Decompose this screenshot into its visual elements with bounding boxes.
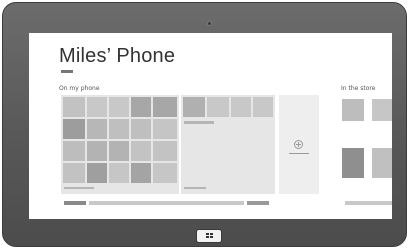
app-tile[interactable] (207, 97, 229, 117)
app-tile[interactable] (153, 163, 177, 183)
windows-logo-icon (206, 233, 213, 239)
store-app-tile[interactable] (372, 148, 392, 178)
app-tile[interactable] (183, 97, 205, 117)
app-tile[interactable] (87, 119, 107, 139)
app-tile[interactable] (109, 141, 129, 161)
scroll-indicator-right (345, 201, 392, 205)
page-title: Miles’ Phone (59, 45, 176, 67)
group-name-bar (184, 187, 206, 189)
app-tile[interactable] (87, 163, 107, 183)
app-tile[interactable] (131, 119, 151, 139)
app-tile[interactable] (109, 119, 129, 139)
app-tile[interactable] (109, 163, 129, 183)
scroll-indicator-segment (247, 201, 269, 205)
scrollbar-track[interactable] (89, 201, 244, 205)
phone-app-group[interactable] (181, 95, 275, 194)
start-screen: Miles’ Phone On my phone In the store (29, 33, 392, 219)
title-underline (61, 70, 73, 73)
app-tile[interactable] (131, 97, 151, 117)
app-tile[interactable] (131, 141, 151, 161)
app-tile[interactable] (63, 163, 85, 183)
app-tile[interactable] (63, 97, 85, 117)
app-tile[interactable] (63, 141, 85, 161)
app-tile[interactable] (153, 119, 177, 139)
app-tile[interactable] (87, 141, 107, 161)
app-tile[interactable] (109, 97, 129, 117)
store-app-tile[interactable] (342, 148, 364, 178)
phone-app-group[interactable] (61, 95, 179, 194)
app-tile[interactable] (87, 97, 107, 117)
section-label-in-the-store: In the store (341, 85, 376, 92)
app-tile[interactable] (231, 97, 251, 117)
add-group-underline (289, 153, 309, 154)
section-label-on-my-phone: On my phone (59, 85, 100, 92)
app-tile[interactable] (153, 141, 177, 161)
app-tile[interactable] (131, 163, 151, 183)
camera-icon (207, 21, 212, 26)
app-tile[interactable] (153, 97, 177, 117)
windows-home-button[interactable] (196, 229, 222, 243)
scroll-indicator-thumb[interactable] (64, 201, 86, 205)
store-app-tile[interactable] (342, 99, 364, 121)
add-icon[interactable] (294, 140, 303, 149)
group-name-bar (64, 187, 94, 189)
tile-label-bar (184, 121, 214, 124)
app-tile[interactable] (253, 97, 273, 117)
store-app-tile[interactable] (372, 99, 392, 121)
tablet-device: Miles’ Phone On my phone In the store (2, 2, 407, 247)
app-tile[interactable] (63, 119, 85, 139)
